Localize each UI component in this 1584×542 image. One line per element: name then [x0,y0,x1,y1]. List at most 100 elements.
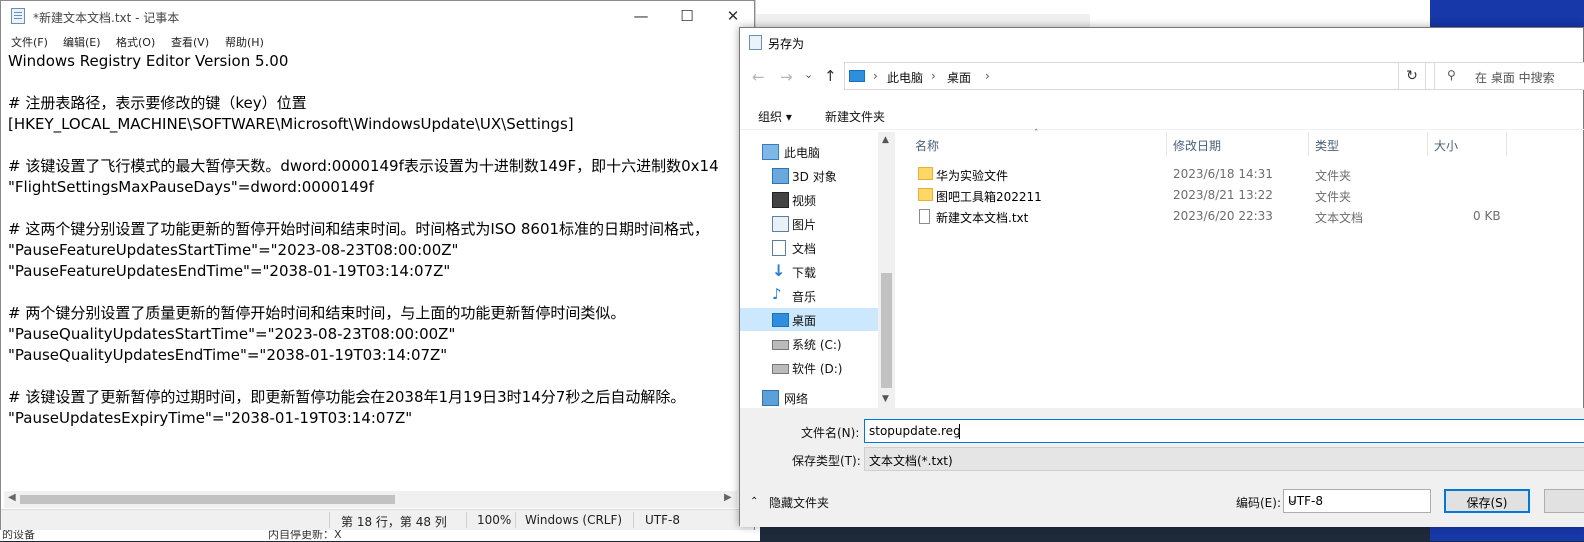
search-icon: ⚲ [1447,68,1456,82]
scroll-up-icon[interactable]: ▲ [882,135,889,145]
chevron-down-icon: ⌄ [1288,493,1298,506]
file-list: ˆ 名称 修改日期 类型 大小 华为实验文件 2023/6/18 14:31 文… [896,129,1584,408]
breadcrumb-desktop[interactable]: 桌面 [947,69,971,86]
search-input[interactable]: ⚲ 在 桌面 中搜索 [1434,62,1584,90]
menu-format[interactable]: 格式(O) [116,34,155,50]
file-date: 2023/6/20 22:33 [1173,209,1273,223]
forward-arrow-icon[interactable]: → [780,68,793,86]
file-name: 新建文本文档.txt [936,211,1029,225]
new-folder-button[interactable]: 新建文件夹 [825,108,885,125]
column-date[interactable]: 修改日期 [1173,137,1221,154]
text-line [8,198,736,219]
scrollbar-thumb[interactable] [20,495,395,504]
background-window [755,0,1096,30]
column-size[interactable]: 大小 [1434,137,1458,154]
folder-icon [918,167,933,180]
nav-label: 桌面 [792,314,817,328]
desktop-icon [772,313,789,327]
video-icon [772,192,789,208]
file-row[interactable]: 图吧工具箱202211 2023/8/21 13:22 文件夹 [896,185,1584,206]
nav-item-drive-d[interactable]: 软件 (D:) [740,356,878,379]
document-icon [772,240,786,256]
nav-item-documents[interactable]: 文档 [740,236,878,259]
refresh-icon: ↻ [1406,68,1418,84]
dialog-icon [749,35,762,50]
scroll-right-icon[interactable]: ▶ [724,492,732,503]
column-type[interactable]: 类型 [1315,137,1339,154]
nav-item-drive-c[interactable]: 系统 (C:) [740,332,878,355]
network-icon [762,390,779,406]
file-name: 华为实验文件 [936,169,1009,183]
text-file-icon [919,209,930,224]
dialog-title: 另存为 [768,37,805,51]
menu-view[interactable]: 查看(V) [171,34,209,50]
drive-icon [772,340,789,350]
nav-item-music[interactable]: ♪ 音乐 [740,284,878,307]
menu-edit[interactable]: 编辑(E) [63,34,101,50]
nav-label: 音乐 [792,290,817,304]
file-row[interactable]: 华为实验文件 2023/6/18 14:31 文件夹 [896,164,1584,185]
file-type: 文件夹 [1315,190,1352,204]
filetype-label: 保存类型(T): [792,454,861,468]
dialog-titlebar[interactable]: 另存为 [740,28,1584,58]
text-line [8,366,736,387]
breadcrumb-this-pc[interactable]: 此电脑 [887,69,923,86]
drive-icon [772,364,789,374]
menu-help[interactable]: 帮助(H) [225,34,264,50]
up-arrow-icon[interactable]: ↑ [824,67,837,85]
text-line: [HKEY_LOCAL_MACHINE\SOFTWARE\Microsoft\W… [8,115,574,133]
menu-file[interactable]: 文件(F) [11,34,48,50]
text-line: "PauseUpdatesExpiryTime"="2038-01-19T03:… [8,409,413,427]
filetype-value: 文本文档(*.txt) [869,454,953,468]
scroll-down-icon[interactable]: ▼ [882,394,889,404]
scrollbar-thumb[interactable] [881,273,892,388]
hide-folders-button[interactable]: 隐藏文件夹 [769,494,829,511]
status-zoom: 100% [477,513,512,527]
filetype-select[interactable]: 文本文档(*.txt) [864,447,1584,471]
nav-label: 系统 (C:) [792,338,842,352]
text-line [8,135,736,156]
nav-item-pictures[interactable]: 图片 [740,212,878,235]
search-placeholder: 在 桌面 中搜索 [1475,71,1555,85]
notepad-icon [11,8,25,24]
nav-label: 此电脑 [784,146,821,160]
notepad-text-area[interactable]: Windows Registry Editor Version 5.00 # 注… [8,51,736,491]
maximize-button[interactable]: ☐ [664,1,710,31]
nav-item-network[interactable]: 网络 [740,386,878,409]
sort-up-icon: ˆ [1034,129,1039,139]
nav-scrollbar[interactable]: ▲ ▼ [878,132,895,410]
filename-label: 文件名(N): [801,426,860,440]
column-name[interactable]: 名称 [915,137,939,154]
file-row[interactable]: 新建文本文档.txt 2023/6/20 22:33 文本文档 0 KB [896,206,1584,227]
save-button[interactable]: 保存(S) [1444,489,1530,513]
scroll-left-icon[interactable]: ◀ [8,492,16,503]
cancel-button[interactable] [1544,489,1584,513]
status-encoding: UTF-8 [645,513,680,527]
picture-icon [772,216,789,232]
horizontal-scrollbar[interactable]: ◀ ▶ [4,491,737,508]
nav-item-this-pc[interactable]: 此电脑 [740,140,878,163]
nav-item-videos[interactable]: 视频 [740,188,878,211]
refresh-button[interactable]: ↻ [1398,62,1426,90]
text-caret [959,424,960,439]
recent-dropdown-icon[interactable]: ⌄ [804,68,813,81]
nav-item-desktop[interactable]: 桌面 [740,308,878,331]
notepad-titlebar[interactable]: *新建文本文档.txt - 记事本 — ☐ ✕ [1,1,754,31]
back-arrow-icon[interactable]: ← [752,68,765,86]
text-line: "PauseFeatureUpdatesEndTime"="2038-01-19… [8,262,451,280]
encoding-select[interactable]: UTF-8 ⌄ [1283,489,1431,513]
text-line: "PauseQualityUpdatesEndTime"="2038-01-19… [8,346,448,364]
text-line: # 注册表路径，表示要修改的键（key）位置 [8,94,307,112]
text-line: # 该键设置了更新暂停的过期时间，即更新暂停功能会在2038年1月19日3时14… [8,388,686,406]
minimize-button[interactable]: — [618,1,664,31]
computer-icon [849,70,865,82]
filename-input[interactable]: stopupdate.reg [864,419,1584,443]
status-line-ending: Windows (CRLF) [525,513,623,527]
organize-button[interactable]: 组织 ▾ [758,108,792,125]
text-line: "FlightSettingsMaxPauseDays"=dword:00001… [8,178,374,196]
nav-item-downloads[interactable]: ↓ 下载 [740,260,878,283]
dialog-bottom-panel: 文件名(N): stopupdate.reg 保存类型(T): 文本文档(*.t… [740,408,1584,527]
chevron-up-icon[interactable]: ⌃ [750,496,758,507]
nav-item-3d-objects[interactable]: 3D 对象 [740,164,878,187]
address-bar[interactable]: › 此电脑 › 桌面 › ⌄ [844,62,1494,90]
